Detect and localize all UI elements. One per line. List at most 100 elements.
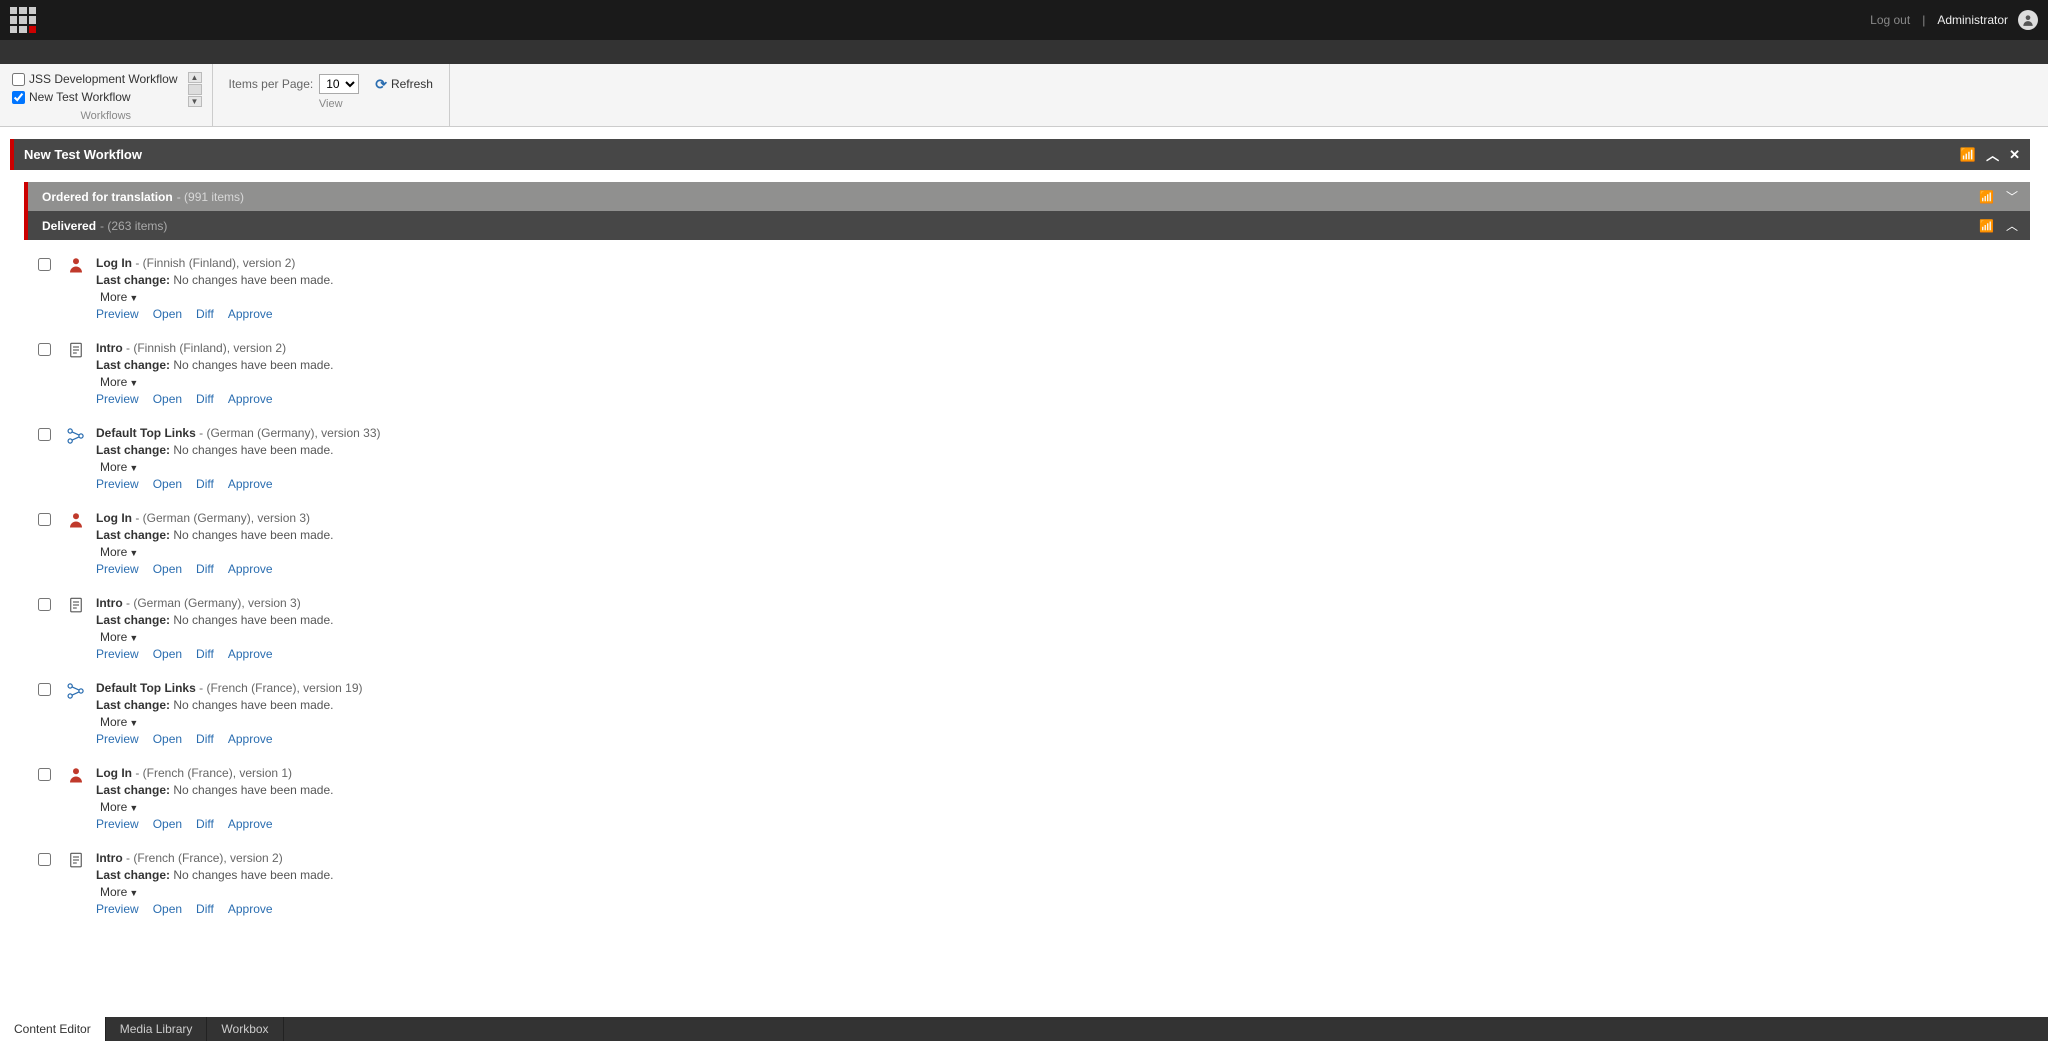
expand-icon[interactable]: ﹀: [2006, 188, 2018, 205]
diff-link[interactable]: Diff: [196, 732, 214, 746]
work-item-meta: - (German (Germany), version 3): [126, 596, 301, 610]
preview-link[interactable]: Preview: [96, 817, 139, 831]
diff-link[interactable]: Diff: [196, 477, 214, 491]
footer-tab-media-library[interactable]: Media Library: [106, 1017, 208, 1041]
open-link[interactable]: Open: [153, 902, 182, 916]
caret-down-icon: ▼: [129, 463, 138, 473]
open-link[interactable]: Open: [153, 392, 182, 406]
work-item-title: Log In: [96, 256, 132, 270]
workflow-checkbox[interactable]: [12, 73, 25, 86]
more-toggle[interactable]: More▼: [96, 800, 333, 814]
last-change-value: No changes have been made.: [173, 273, 333, 287]
scroll-up-button[interactable]: ▲: [188, 72, 202, 83]
work-item-title: Log In: [96, 766, 132, 780]
preview-link[interactable]: Preview: [96, 732, 139, 746]
work-item-title: Log In: [96, 511, 132, 525]
collapse-icon[interactable]: ︿: [1986, 145, 1999, 164]
state-header-delivered[interactable]: Delivered - (263 items) 📶 ︿: [24, 211, 2030, 240]
approve-link[interactable]: Approve: [228, 817, 273, 831]
work-item-checkbox[interactable]: [38, 853, 51, 866]
work-item: Log In - (Finnish (Finland), version 2)L…: [38, 250, 2030, 335]
preview-link[interactable]: Preview: [96, 392, 139, 406]
scroll-down-button[interactable]: ▼: [188, 96, 202, 107]
work-item-title: Default Top Links: [96, 426, 196, 440]
work-item-checkbox[interactable]: [38, 513, 51, 526]
preview-link[interactable]: Preview: [96, 647, 139, 661]
logout-link[interactable]: Log out: [1870, 13, 1910, 27]
rss-icon[interactable]: 📶: [1979, 219, 1994, 233]
approve-link[interactable]: Approve: [228, 392, 273, 406]
workflow-checkbox-item[interactable]: New Test Workflow: [12, 90, 178, 104]
scroll-thumb[interactable]: [188, 84, 202, 95]
diff-link[interactable]: Diff: [196, 562, 214, 576]
work-item-meta: - (French (France), version 1): [135, 766, 292, 780]
work-item-title: Intro: [96, 851, 123, 865]
last-change-value: No changes have been made.: [173, 358, 333, 372]
preview-link[interactable]: Preview: [96, 902, 139, 916]
more-toggle[interactable]: More▼: [96, 885, 333, 899]
more-toggle[interactable]: More▼: [96, 630, 333, 644]
last-change-label: Last change:: [96, 443, 170, 457]
more-toggle[interactable]: More▼: [96, 460, 381, 474]
work-item: Intro - (German (Germany), version 3)Las…: [38, 590, 2030, 675]
work-item-checkbox[interactable]: [38, 343, 51, 356]
preview-link[interactable]: Preview: [96, 562, 139, 576]
more-toggle[interactable]: More▼: [96, 545, 333, 559]
work-item-checkbox[interactable]: [38, 258, 51, 271]
rss-icon[interactable]: 📶: [1979, 190, 1994, 204]
collapse-icon[interactable]: ︿: [2006, 217, 2018, 234]
preview-link[interactable]: Preview: [96, 307, 139, 321]
footer-tab-workbox[interactable]: Workbox: [207, 1017, 283, 1041]
more-toggle[interactable]: More▼: [96, 290, 333, 304]
more-toggle[interactable]: More▼: [96, 715, 363, 729]
work-item: Log In - (French (France), version 1) Las…: [38, 760, 2030, 845]
items-per-page-select[interactable]: 10: [319, 74, 359, 94]
last-change-label: Last change:: [96, 783, 170, 797]
workflow-checkbox[interactable]: [12, 91, 25, 104]
workflow-checkbox-item[interactable]: JSS Development Workflow: [12, 72, 178, 86]
footer-tab-content-editor[interactable]: Content Editor: [0, 1017, 106, 1041]
approve-link[interactable]: Approve: [228, 902, 273, 916]
approve-link[interactable]: Approve: [228, 647, 273, 661]
state-header-ordered[interactable]: Ordered for translation - (991 items) 📶 …: [24, 182, 2030, 211]
approve-link[interactable]: Approve: [228, 562, 273, 576]
open-link[interactable]: Open: [153, 647, 182, 661]
close-icon[interactable]: ✕: [2009, 147, 2020, 163]
diff-link[interactable]: Diff: [196, 392, 214, 406]
open-link[interactable]: Open: [153, 477, 182, 491]
work-item-checkbox[interactable]: [38, 768, 51, 781]
last-change-label: Last change:: [96, 698, 170, 712]
approve-link[interactable]: Approve: [228, 307, 273, 321]
approve-link[interactable]: Approve: [228, 477, 273, 491]
state-label: Ordered for translation: [42, 190, 173, 204]
last-change-value: No changes have been made.: [173, 868, 333, 882]
links-icon: [66, 426, 86, 446]
last-change-value: No changes have been made.: [173, 443, 333, 457]
open-link[interactable]: Open: [153, 562, 182, 576]
diff-link[interactable]: Diff: [196, 647, 214, 661]
preview-link[interactable]: Preview: [96, 477, 139, 491]
refresh-button[interactable]: ⟳ Refresh: [375, 76, 433, 93]
diff-link[interactable]: Diff: [196, 817, 214, 831]
rss-icon[interactable]: 📶: [1960, 147, 1976, 163]
open-link[interactable]: Open: [153, 307, 182, 321]
doc-icon: [66, 596, 86, 614]
approve-link[interactable]: Approve: [228, 732, 273, 746]
last-change-value: No changes have been made.: [173, 698, 333, 712]
open-link[interactable]: Open: [153, 817, 182, 831]
main-content[interactable]: New Test Workflow 📶 ︿ ✕ Ordered for tran…: [0, 127, 2048, 1017]
caret-down-icon: ▼: [129, 548, 138, 558]
workflow-panel-title: New Test Workflow: [24, 147, 142, 162]
user-icon: [66, 511, 86, 529]
caret-down-icon: ▼: [129, 633, 138, 643]
app-logo-icon: [10, 7, 36, 33]
work-item-checkbox[interactable]: [38, 598, 51, 611]
work-item: Intro - (French (France), version 2)Last…: [38, 845, 2030, 930]
work-item-checkbox[interactable]: [38, 683, 51, 696]
work-item-checkbox[interactable]: [38, 428, 51, 441]
diff-link[interactable]: Diff: [196, 307, 214, 321]
open-link[interactable]: Open: [153, 732, 182, 746]
more-toggle[interactable]: More▼: [96, 375, 333, 389]
diff-link[interactable]: Diff: [196, 902, 214, 916]
avatar-icon[interactable]: [2018, 10, 2038, 30]
